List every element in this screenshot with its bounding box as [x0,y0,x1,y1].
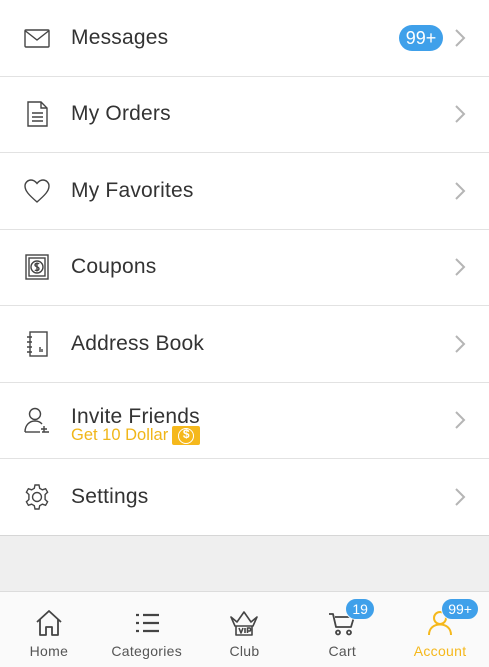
menu-item-label: Settings [71,484,149,508]
list-icon [132,608,162,638]
chevron-right-icon [453,104,467,124]
menu-item-coupons[interactable]: Coupons [0,229,489,306]
account-notification-badge: 99+ [441,598,479,620]
invite-user-icon [22,405,52,435]
tab-label: Club [229,643,260,659]
tab-categories[interactable]: Categories [98,592,196,667]
messages-count-badge: 99+ [399,24,443,51]
menu-item-address-book[interactable]: Address Book [0,306,489,383]
tab-label: Home [29,643,69,659]
vip-crown-icon [229,608,259,638]
coupon-icon [22,252,52,282]
document-icon [22,99,52,129]
menu-item-my-favorites[interactable]: My Favorites [0,153,489,230]
menu-item-settings[interactable]: Settings [0,459,489,536]
account-menu: Messages 99+ My Orders My Favorites Coup… [0,0,489,536]
heart-icon [22,176,52,206]
cart-count-badge: 19 [345,598,375,620]
chevron-right-icon [453,257,467,277]
gear-icon [22,482,52,512]
tab-cart[interactable]: 19 Cart [293,592,391,667]
menu-item-messages[interactable]: Messages 99+ [0,0,489,77]
dollar-coin-icon: $ [172,425,201,445]
bottom-tab-bar: Home Categories Club 19 Cart 99+ Account [0,591,489,667]
tab-label: Cart [328,643,357,659]
menu-item-my-orders[interactable]: My Orders [0,76,489,153]
menu-item-invite-friends[interactable]: Invite Friends Get 10 Dollar $ [0,382,489,459]
menu-item-label: Coupons [71,255,157,279]
address-book-icon [22,329,52,359]
menu-item-label: Address Book [71,331,205,355]
invite-reward-text: Get 10 Dollar $ [71,425,201,445]
tab-club[interactable]: Club [196,592,294,667]
menu-item-label: Messages [71,25,169,49]
envelope-icon [22,23,52,53]
home-icon [34,608,64,638]
invite-reward-label: Get 10 Dollar [71,425,169,444]
chevron-right-icon [453,181,467,201]
menu-item-label: My Orders [71,102,171,126]
chevron-right-icon [453,334,467,354]
tab-label: Categories [111,643,183,659]
tab-label: Account [413,643,467,659]
chevron-right-icon [453,487,467,507]
tab-home[interactable]: Home [0,592,98,667]
tab-account[interactable]: 99+ Account [391,592,489,667]
menu-item-label: My Favorites [71,178,194,202]
chevron-right-icon [453,28,467,48]
chevron-right-icon [453,410,467,430]
